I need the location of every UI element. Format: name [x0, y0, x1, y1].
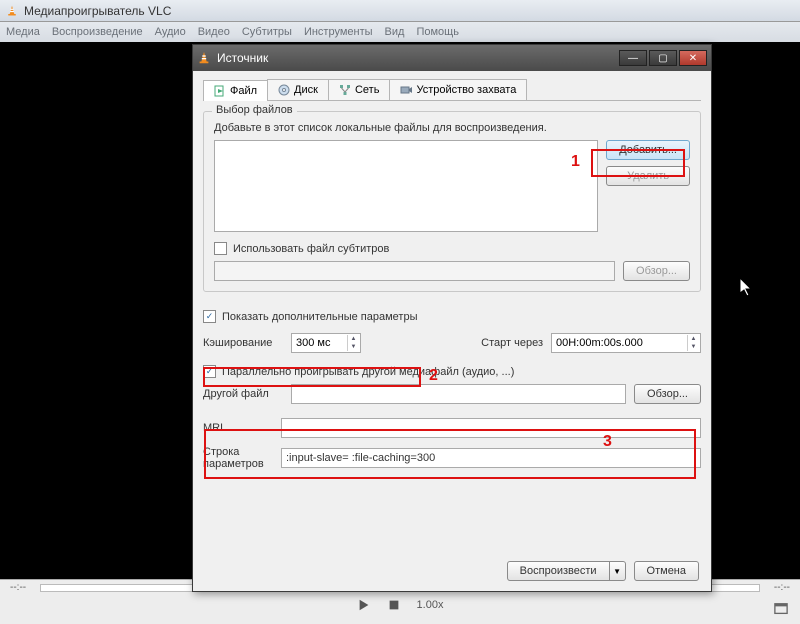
tab-network[interactable]: Сеть: [328, 79, 390, 100]
other-file-browse-button[interactable]: Обзор...: [634, 384, 701, 404]
tab-file-label: Файл: [230, 85, 257, 97]
other-file-input[interactable]: [291, 384, 626, 404]
params-label: Строка параметров: [203, 446, 273, 470]
dialog-maximize-button[interactable]: ▢: [649, 50, 677, 66]
main-menubar: Медиа Воспроизведение Аудио Видео Субтит…: [0, 22, 800, 42]
tab-disc[interactable]: Диск: [267, 79, 329, 100]
play-icon[interactable]: [357, 598, 371, 612]
menu-view[interactable]: Вид: [385, 26, 405, 38]
start-label: Старт через: [481, 337, 543, 349]
dialog-title: Источник: [217, 51, 619, 65]
file-selection-group: Выбор файлов Добавьте в этот список лока…: [203, 111, 701, 292]
disc-icon: [278, 84, 290, 96]
menu-audio[interactable]: Аудио: [155, 26, 186, 38]
dialog-minimize-button[interactable]: —: [619, 50, 647, 66]
playback-speed[interactable]: 1.00x: [417, 599, 444, 611]
tab-network-label: Сеть: [355, 84, 379, 96]
main-titlebar: Медиапроигрыватель VLC: [0, 0, 800, 22]
group-legend: Выбор файлов: [212, 104, 297, 116]
mrl-input[interactable]: [281, 418, 701, 438]
delete-button[interactable]: Удалить: [606, 166, 690, 186]
parallel-play-checkbox[interactable]: ✓: [203, 365, 216, 378]
network-icon: [339, 84, 351, 96]
cancel-button[interactable]: Отмена: [634, 561, 699, 581]
use-subtitle-checkbox[interactable]: [214, 242, 227, 255]
group-hint: Добавьте в этот список локальные файлы д…: [214, 122, 690, 134]
tab-disc-label: Диск: [294, 84, 318, 96]
annotation-number-2: 2: [429, 367, 438, 385]
vlc-cone-icon: [197, 51, 211, 65]
use-subtitle-label: Использовать файл субтитров: [233, 243, 389, 255]
mouse-cursor-icon: [740, 278, 754, 298]
subtitle-path-input[interactable]: [214, 261, 615, 281]
start-time-spinbox[interactable]: 00H:00m:00s.000 ▲▼: [551, 333, 701, 353]
tab-capture-label: Устройство захвата: [416, 84, 516, 96]
annotation-number-3: 3: [603, 433, 612, 451]
menu-help[interactable]: Помощь: [416, 26, 459, 38]
caching-label: Кэширование: [203, 337, 283, 349]
menu-tools[interactable]: Инструменты: [304, 26, 373, 38]
add-button[interactable]: Добавить...: [606, 140, 690, 160]
main-window-chrome: Медиапроигрыватель VLC Медиа Воспроизвед…: [0, 0, 800, 48]
play-button[interactable]: Воспроизвести: [507, 561, 610, 581]
spin-down-icon[interactable]: ▼: [347, 343, 359, 351]
time-elapsed: --:--: [10, 582, 26, 593]
spin-down-icon[interactable]: ▼: [687, 343, 699, 351]
tab-file[interactable]: Файл: [203, 80, 268, 101]
caching-spinbox[interactable]: 300 мс ▲▼: [291, 333, 361, 353]
spin-up-icon[interactable]: ▲: [347, 335, 359, 343]
vlc-cone-icon: [6, 5, 18, 17]
fullscreen-icon[interactable]: [774, 602, 788, 616]
file-list[interactable]: [214, 140, 598, 232]
show-extra-checkbox[interactable]: ✓: [203, 310, 216, 323]
menu-playback[interactable]: Воспроизведение: [52, 26, 143, 38]
time-total: --:--: [774, 582, 790, 593]
stop-icon[interactable]: [387, 598, 401, 612]
file-icon: [214, 85, 226, 97]
show-extra-label: Показать дополнительные параметры: [222, 311, 417, 323]
spin-up-icon[interactable]: ▲: [687, 335, 699, 343]
params-input[interactable]: :input-slave= :file-caching=300: [281, 448, 701, 468]
annotation-number-1: 1: [571, 153, 580, 171]
dialog-footer: Воспроизвести ▼ Отмена: [507, 561, 699, 581]
capture-icon: [400, 84, 412, 96]
dialog-titlebar[interactable]: Источник — ▢ ✕: [193, 45, 711, 71]
subtitle-browse-button[interactable]: Обзор...: [623, 261, 690, 281]
play-dropdown-icon[interactable]: ▼: [610, 561, 626, 581]
start-time-value: 00H:00m:00s.000: [556, 337, 643, 349]
source-tabs: Файл Диск Сеть Устройство захвата: [203, 79, 701, 101]
mrl-label: MRL: [203, 422, 273, 434]
playback-controls: 1.00x: [0, 598, 800, 612]
menu-media[interactable]: Медиа: [6, 26, 40, 38]
open-source-dialog: Источник — ▢ ✕ Файл Диск Сеть Устройство…: [192, 44, 712, 592]
play-split-button[interactable]: Воспроизвести ▼: [507, 561, 626, 581]
main-title: Медиапроигрыватель VLC: [24, 4, 171, 18]
caching-value: 300 мс: [296, 337, 330, 349]
tab-capture[interactable]: Устройство захвата: [389, 79, 527, 100]
parallel-play-label: Параллельно проигрывать другой медиафайл…: [222, 366, 514, 378]
other-file-label: Другой файл: [203, 388, 283, 400]
dialog-close-button[interactable]: ✕: [679, 50, 707, 66]
menu-video[interactable]: Видео: [198, 26, 230, 38]
menu-subtitles[interactable]: Субтитры: [242, 26, 292, 38]
